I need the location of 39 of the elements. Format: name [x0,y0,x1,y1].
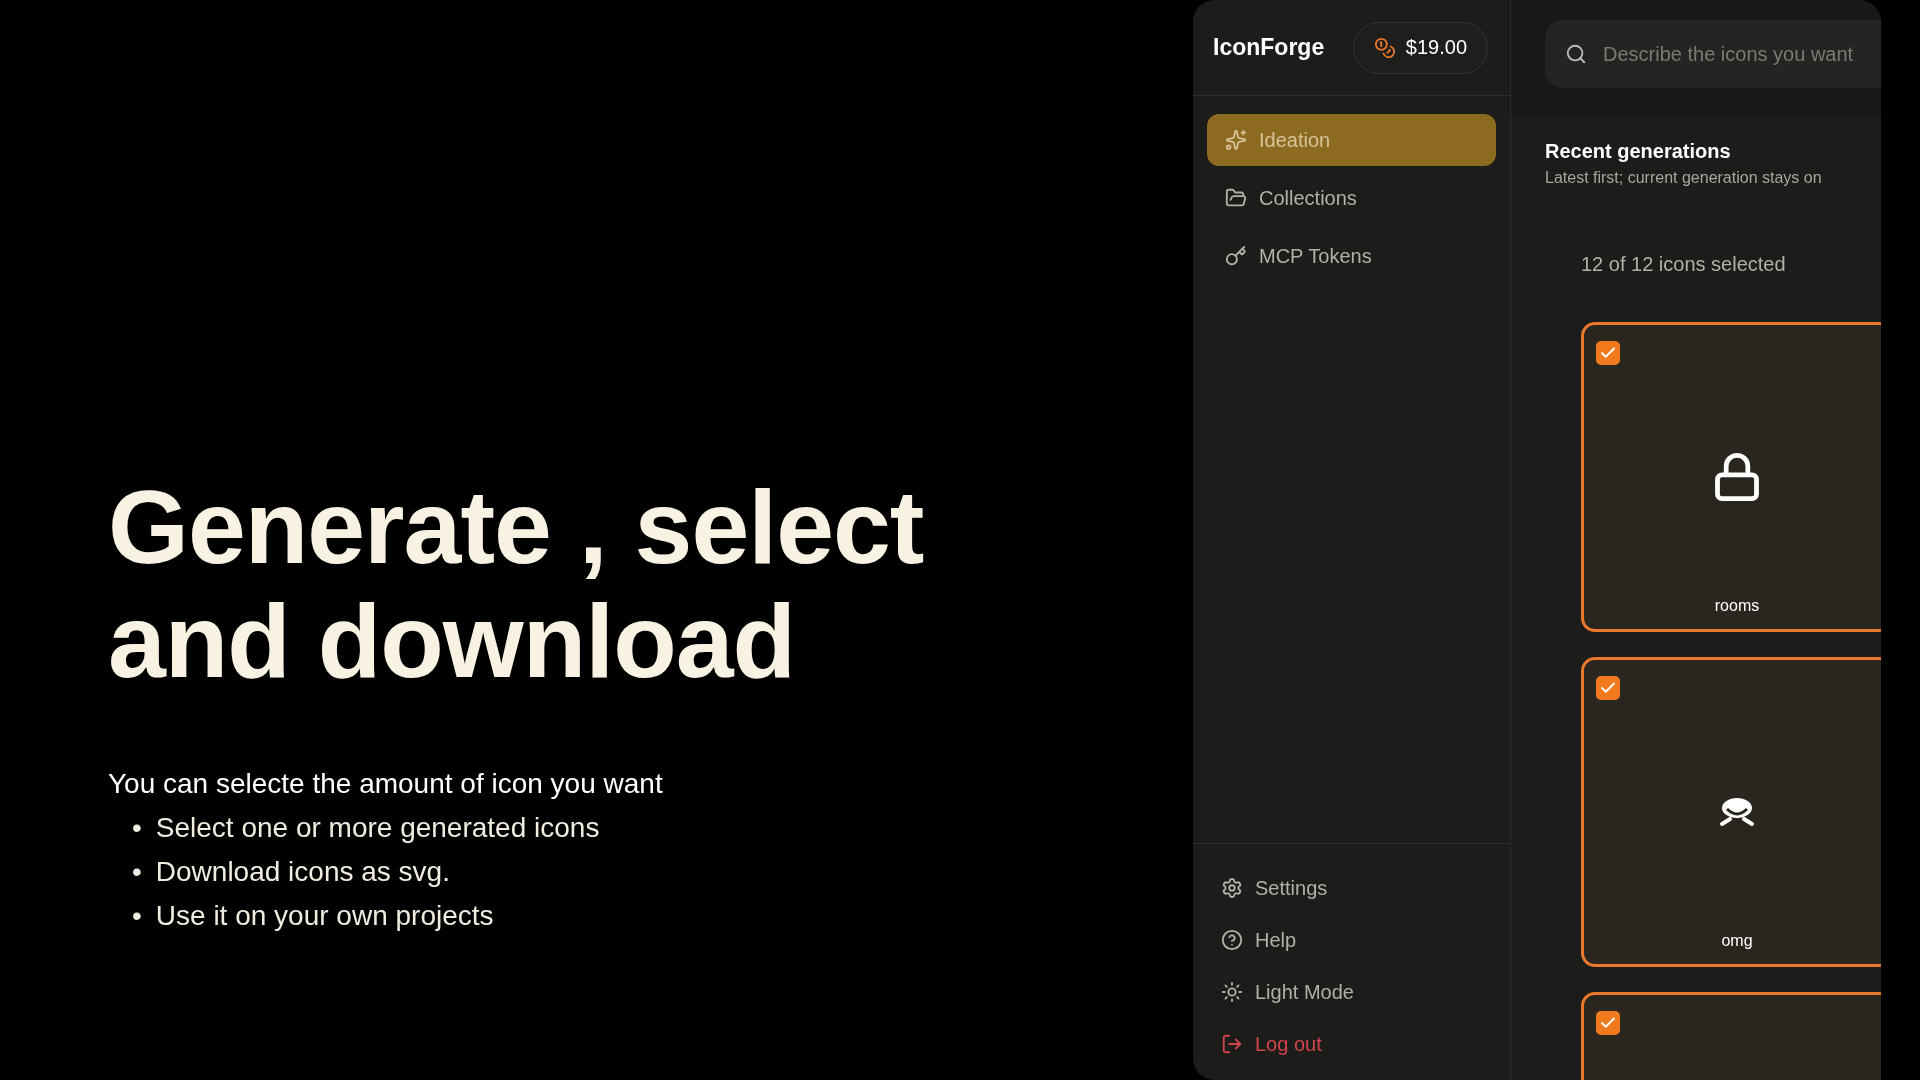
intro-text: You can selecte the amount of icon you want [108,768,664,800]
nav-item[interactable]: MCP Tokens [1207,230,1496,282]
bullet-item: Download icons as svg. [155,855,450,889]
icon-card[interactable]: rooms [1581,322,1881,632]
selection-count: 12 of 12 icons selected [1581,253,1787,276]
balance-amount: $19.00 [1405,36,1467,59]
sun-icon [1221,981,1243,1003]
checkbox[interactable] [1596,676,1620,700]
coins-icon [1373,36,1396,59]
section-subtitle: Latest first; current generation stays on [1545,169,1823,187]
checkbox[interactable] [1596,341,1620,365]
logout-icon [1221,1033,1243,1055]
icon-label: rooms [1713,597,1761,615]
folder-icon [1225,187,1247,209]
bullet-marker: • [132,855,142,889]
icon-label: omg [1720,932,1754,950]
key-icon [1225,245,1247,267]
search-input[interactable]: Describe the icons you want [1601,41,1881,67]
icon-card[interactable]: omg [1581,657,1881,967]
section-title: Recent generations [1545,140,1732,163]
help-icon [1221,929,1243,951]
footer-nav-item[interactable]: Settings [1209,862,1494,914]
sparkle-icon [1225,129,1247,151]
bullet-marker: • [132,899,142,933]
logout-link[interactable]: Log out [1209,1018,1494,1070]
balance-pill[interactable]: $19.00 [1352,21,1488,74]
search-field[interactable]: Describe the icons you want [1545,20,1881,88]
footer-nav-item[interactable]: Light Mode [1209,966,1494,1018]
checkbox[interactable] [1596,1011,1620,1035]
blob-face-icon [1718,797,1756,827]
bullet-marker: • [132,811,142,845]
bullet-item: Use it on your own projects [155,899,494,933]
headline: Generate , select and download [108,470,925,698]
settings-icon [1221,877,1243,899]
search-icon [1565,43,1587,65]
footer-nav-item[interactable]: Help [1209,914,1494,966]
bullet-item: Select one or more generated icons [155,811,600,845]
brand-name: IconForge [1213,34,1325,61]
nav-item[interactable]: Collections [1207,172,1496,224]
